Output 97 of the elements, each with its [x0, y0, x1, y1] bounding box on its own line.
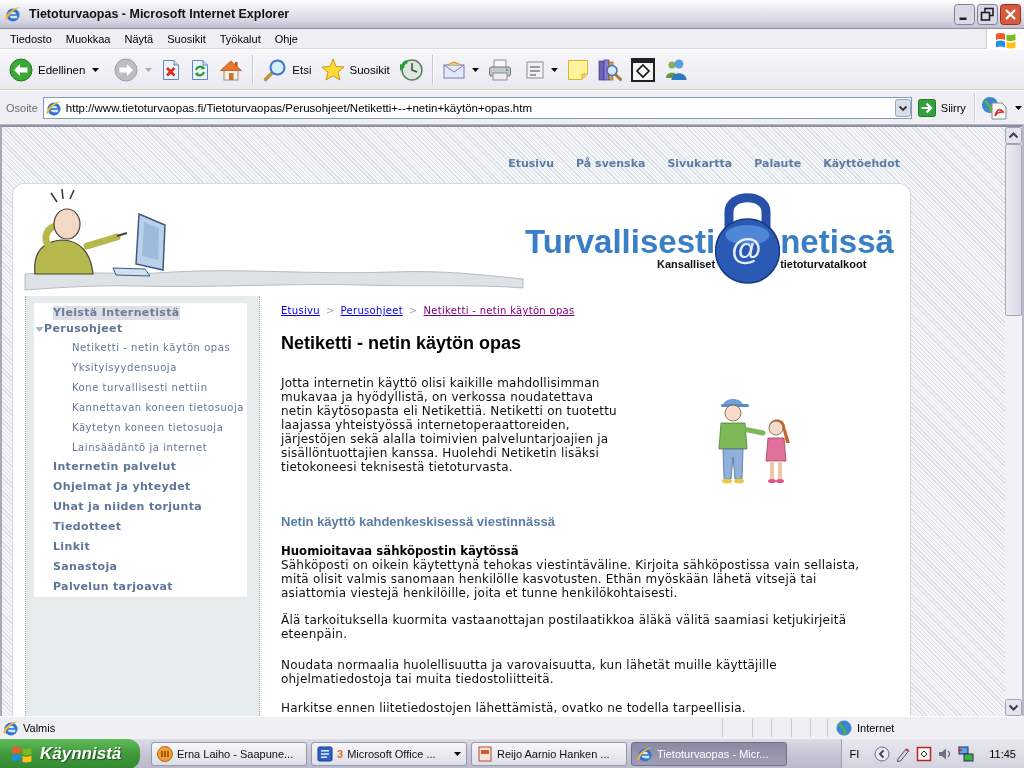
- back-button[interactable]: Edellinen: [9, 54, 86, 85]
- section-heading: Netin käyttö kahdenkeskisessä viestinnässä: [281, 514, 556, 530]
- search-icon: [263, 57, 288, 82]
- logo-title: netissä: [780, 226, 894, 258]
- minimize-icon[interactable]: [954, 3, 975, 25]
- chevron-icon[interactable]: [874, 745, 891, 762]
- address-label: Osoite: [6, 101, 38, 114]
- breadcrumb-separator: >: [325, 304, 335, 318]
- arrow-right-icon: [917, 98, 936, 117]
- favorites-button[interactable]: Suosikit: [320, 54, 390, 85]
- document-icon: [317, 745, 333, 762]
- paragraph: Älä tarkoituksella kuormita vastaanottajan postilaatikkoa äläkä välitä saamiasi ketjukirjeitä eteenpäin.: [281, 613, 848, 641]
- menu-item[interactable]: Muokkaa: [58, 29, 118, 48]
- sidebar-item[interactable]: Tiedotteet: [53, 520, 122, 534]
- padlock-icon: [715, 190, 781, 285]
- submenu-item[interactable]: Käytetyn koneen tietosuoja: [72, 420, 224, 434]
- star-icon: [320, 58, 345, 81]
- scroll-thumb[interactable]: [1005, 144, 1022, 316]
- submenu-item[interactable]: Kone turvallisesti nettiin: [72, 380, 208, 394]
- menu-item[interactable]: Tiedosto: [3, 29, 59, 48]
- app-icon: [637, 745, 653, 762]
- go-button[interactable]: Siirry: [917, 98, 966, 117]
- breadcrumb-link[interactable]: Perusohjeet: [340, 304, 403, 318]
- sidebar-item[interactable]: Yleistä Internetistä: [53, 306, 180, 320]
- logo-title: Turvallisesti: [525, 226, 716, 258]
- submenu-item[interactable]: Kannettavan koneen tietosuoja: [72, 400, 244, 414]
- paragraph: Noudata normaalia huolellisuutta ja varovaisuutta, kun lähetät muille käyttäjille ohjelmatiedostoja tai muita tiedostoliitteitä.: [281, 658, 778, 686]
- caret-icon[interactable]: [454, 751, 461, 756]
- submenu-item[interactable]: Lainsäädäntö ja internet: [72, 440, 208, 454]
- restore-icon[interactable]: [977, 3, 998, 25]
- breadcrumb-link[interactable]: Etusivu: [281, 304, 320, 318]
- sidebar-item[interactable]: Internetin palvelut: [53, 460, 177, 474]
- nav-link[interactable]: Etusivu: [508, 157, 555, 171]
- scroll-up-icon[interactable]: [1005, 127, 1022, 144]
- paragraph: Sähköposti on oikein käytettynä tehokas viestintäväline. Kirjoita sähköpostissa vain sellaista, mitä olisit valmis sanomaan henkilölle kasvotusten. Ethän myöskään lähetä vitsejä tai asiattomia viestejä henkilöille, joita et tunne henkilökohtaisesti.: [281, 558, 861, 600]
- taskbar-button[interactable]: Tietoturvaopas - Micr...: [631, 741, 787, 766]
- stop-icon[interactable]: [161, 58, 182, 81]
- scroll-down-icon[interactable]: [1005, 699, 1022, 716]
- menu-item[interactable]: Näytä: [117, 29, 161, 48]
- taskbar-button[interactable]: Reijo Aarnio Hanken ...: [471, 741, 627, 766]
- refresh-icon[interactable]: [190, 58, 211, 81]
- diamond-window-icon[interactable]: [630, 57, 655, 82]
- address-field[interactable]: http://www.tietoturvaopas.fi/Tietoturvaopas/Perusohjeet/Netiketti+--+netin+käytön+opas.htm: [42, 96, 912, 119]
- printer-icon[interactable]: [487, 58, 512, 81]
- sidebar-item[interactable]: Palvelun tarjoavat: [53, 580, 173, 594]
- nav-link[interactable]: Käyttöehdot: [823, 157, 900, 171]
- status-text: Valmis: [23, 721, 57, 734]
- home-icon[interactable]: [219, 58, 244, 81]
- document-icon: [477, 745, 493, 762]
- task-count: 3: [337, 747, 344, 760]
- sidebar-item[interactable]: Sanastoja: [53, 560, 118, 574]
- sidebar-item[interactable]: Uhat ja niiden torjunta: [53, 500, 203, 514]
- nav-link[interactable]: På svenska: [576, 157, 646, 171]
- submenu-item[interactable]: Yksityisyydensuoja: [72, 360, 177, 374]
- menu-item[interactable]: Työkalut: [212, 29, 268, 48]
- menu-item[interactable]: Ohje: [267, 29, 305, 48]
- close-icon[interactable]: [1000, 3, 1021, 25]
- nav-link[interactable]: Palaute: [754, 157, 802, 171]
- pen-icon[interactable]: [895, 745, 912, 762]
- caret-icon[interactable]: [550, 67, 558, 72]
- logo-tagline: Kansalliset: [657, 258, 716, 270]
- app-icon: [3, 719, 19, 736]
- submenu-item[interactable]: Netiketti - netin käytön opas: [72, 340, 231, 354]
- nav-link[interactable]: Sivukartta: [667, 157, 733, 171]
- zone-label: Internet: [857, 721, 895, 734]
- app-icon: [5, 6, 21, 22]
- intro-text: Jotta internetin käyttö olisi kaikille mahdollisimman mukavaa ja hyödyllistä, on verkossa noudatettava netin käytösopasta eli Netikettiä. Netiketti on tuotettu laajassa yhteistyössä internetoperaattoreiden, järjestöjen sekä alalla toimivien palveluntarjoajien ja sisällöntuottajien kanssa. Huolehdi Netiketin lisäksi tietokoneesi teknisestä tietoturvasta.: [281, 376, 618, 474]
- logo-tagline: tietoturvatalkoot: [780, 258, 867, 270]
- taskbar-button[interactable]: Erna Laiho - Saapune...: [151, 741, 307, 766]
- subheading: Huomioitavaa sähköpostin käytössä: [281, 544, 520, 558]
- globe-icon: [836, 719, 852, 736]
- app-icon: [45, 99, 62, 116]
- page-title: Netiketti - netin käytön opas: [281, 332, 523, 354]
- search-button[interactable]: Etsi: [263, 54, 312, 85]
- breadcrumb-link[interactable]: Netiketti - netin käytön opas: [423, 304, 575, 318]
- breadcrumb-separator: >: [408, 304, 418, 318]
- striped-circle-icon: [157, 745, 173, 762]
- caret-icon[interactable]: [1014, 105, 1022, 110]
- start-button[interactable]: Käynnistä: [0, 738, 140, 768]
- paragraph: Harkitse ennen liitetiedostojen lähettämistä, ovatko ne todella tarpeellisia.: [281, 701, 747, 715]
- logo-symbol: @: [731, 234, 762, 266]
- sidebar-item[interactable]: Ohjelmat ja yhteydet: [53, 480, 191, 494]
- menu-item[interactable]: Suosikit: [160, 29, 213, 48]
- books-magnifier-icon[interactable]: [597, 57, 622, 82]
- caret-icon[interactable]: [92, 67, 100, 72]
- window-title: Tietoturvaopas - Microsoft Internet Explorer: [29, 7, 291, 21]
- sidebar-item[interactable]: Perusohjeet: [44, 322, 123, 336]
- clock: 11:45: [989, 747, 1016, 760]
- caret-icon[interactable]: [471, 67, 479, 72]
- monitors-icon[interactable]: [958, 745, 975, 762]
- language-indicator[interactable]: FI: [849, 747, 860, 760]
- envelope-icon[interactable]: [442, 60, 465, 79]
- people-icon[interactable]: [663, 57, 688, 82]
- sidebar-item[interactable]: Linkit: [53, 540, 91, 554]
- globe-document-icon[interactable]: [980, 95, 1007, 120]
- taskbar-button[interactable]: 3 Microsoft Office ...: [311, 741, 467, 766]
- page-tile-icon[interactable]: [525, 60, 544, 79]
